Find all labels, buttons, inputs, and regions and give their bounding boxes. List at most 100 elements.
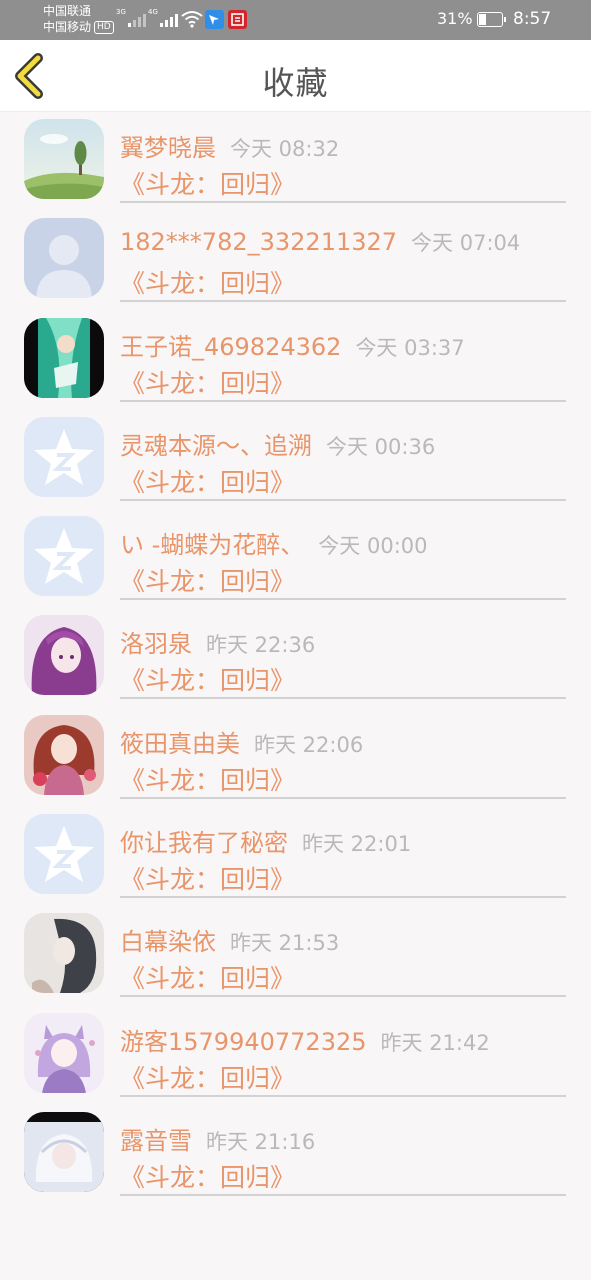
- battery-icon: [477, 12, 506, 27]
- avatar[interactable]: [24, 615, 104, 696]
- signal-3g-icon: 3G: [116, 8, 146, 27]
- list-item[interactable]: 游客1579940772325 昨天 21:42 《斗龙：回归》: [0, 1006, 591, 1105]
- divider: [120, 1094, 566, 1097]
- book-title: 《斗龙：回归》: [120, 467, 296, 497]
- user-name-text: 白幕染依: [120, 928, 216, 957]
- divider: [120, 300, 566, 303]
- favorite-time: 今天 07:04: [411, 231, 521, 256]
- divider: [120, 896, 566, 899]
- carrier-2: 中国移动: [43, 20, 92, 34]
- avatar[interactable]: [24, 119, 104, 199]
- user-name: 游客1579940772325 昨天 21:42: [120, 1022, 490, 1057]
- user-name: 王子诺_469824362 今天 03:37: [120, 327, 465, 362]
- favorites-list: 翼梦晓晨 今天 08:32 《斗龙：回归》 182***782_332211327…: [0, 112, 591, 1204]
- user-name-text: 露音雪: [120, 1126, 192, 1155]
- book-title: 《斗龙：回归》: [120, 1162, 296, 1192]
- app-notification-icon-2: [228, 10, 247, 29]
- list-item[interactable]: 翼梦晓晨 今天 08:32 《斗龙：回归》: [0, 112, 591, 211]
- book-title: 《斗龙：回归》: [120, 368, 296, 398]
- avatar[interactable]: [24, 714, 104, 795]
- divider: [120, 201, 566, 203]
- list-item[interactable]: 你让我有了秘密 昨天 22:01 《斗龙：回归》: [0, 807, 591, 906]
- net-label-2: 4G: [148, 8, 158, 16]
- list-item[interactable]: 白幕染依 昨天 21:53 《斗龙：回归》: [0, 906, 591, 1005]
- user-name-text: い -蝴蝶为花醉、: [120, 531, 305, 560]
- list-item[interactable]: い -蝴蝶为花醉、 今天 00:00 《斗龙：回归》: [0, 509, 591, 608]
- favorite-time: 昨天 21:16: [206, 1129, 316, 1154]
- user-name: 182***782_332211327 今天 07:04: [120, 227, 520, 257]
- user-name-text: 翼梦晓晨: [120, 134, 216, 162]
- avatar[interactable]: [24, 1012, 104, 1093]
- anime-lavender-avatar: [24, 1012, 104, 1093]
- user-name-text: 筱田真由美: [120, 729, 240, 758]
- user-name: 露音雪 昨天 21:16: [120, 1121, 315, 1156]
- user-name-text: 王子诺_469824362: [120, 332, 342, 361]
- book-title: 《斗龙：回归》: [120, 567, 296, 597]
- user-name: 筱田真由美 昨天 22:06: [120, 724, 363, 759]
- avatar[interactable]: [24, 218, 104, 299]
- avatar[interactable]: [24, 317, 104, 398]
- qzone-star-avatar: [24, 516, 104, 597]
- favorite-time: 昨天 21:53: [230, 931, 340, 956]
- favorite-time: 昨天 22:06: [254, 732, 364, 757]
- book-title: 《斗龙：回归》: [120, 666, 296, 696]
- avatar[interactable]: [24, 516, 104, 597]
- page-title: 收藏: [262, 64, 329, 102]
- header-bar: 收藏: [0, 40, 591, 112]
- user-name-text: 灵魂本源～、追溯: [120, 431, 312, 460]
- favorite-time: 今天 00:36: [326, 434, 436, 459]
- book-title: 《斗龙：回归》: [120, 765, 296, 795]
- qzone-star-avatar: [24, 416, 104, 497]
- qzone-star-avatar: [24, 814, 104, 895]
- avatar[interactable]: [24, 913, 104, 994]
- avatar[interactable]: [24, 814, 104, 895]
- user-name-text: 洛羽泉: [120, 630, 192, 659]
- anime-green-avatar: [24, 317, 104, 398]
- favorite-time: 昨天 21:42: [380, 1030, 490, 1055]
- user-name: 翼梦晓晨 今天 08:32: [120, 128, 339, 163]
- book-title: 《斗龙：回归》: [120, 170, 296, 199]
- anime-gray-avatar: [24, 913, 104, 994]
- divider: [120, 498, 566, 501]
- book-title: 《斗龙：回归》: [120, 269, 296, 299]
- status-time: 8:57: [513, 9, 552, 29]
- battery-percent: 31%: [437, 9, 473, 28]
- user-name-text: 你让我有了秘密: [120, 829, 288, 858]
- favorite-time: 昨天 22:01: [302, 832, 412, 857]
- anime-purple-avatar: [24, 615, 104, 696]
- favorite-time: 昨天 22:36: [206, 633, 316, 658]
- hd-badge: HD: [94, 21, 114, 34]
- carrier-info: 中国联通 中国移动 HD: [43, 3, 114, 35]
- list-item[interactable]: 筱田真由美 昨天 22:06 《斗龙：回归》: [0, 708, 591, 807]
- anime-red-avatar: [24, 714, 104, 795]
- user-name-text: 游客1579940772325: [120, 1027, 367, 1056]
- app-notification-icon: [205, 10, 224, 29]
- book-title: 《斗龙：回归》: [120, 865, 296, 895]
- user-name: 洛羽泉 昨天 22:36: [120, 624, 315, 659]
- book-title: 《斗龙：回归》: [120, 964, 296, 994]
- avatar[interactable]: [24, 1111, 104, 1192]
- divider: [120, 697, 566, 700]
- carrier-1: 中国联通: [43, 4, 92, 18]
- book-title: 《斗龙：回归》: [120, 1063, 296, 1093]
- avatar[interactable]: [24, 416, 104, 497]
- user-name: い -蝴蝶为花醉、 今天 00:00: [120, 525, 428, 560]
- divider: [120, 796, 566, 799]
- divider: [120, 399, 566, 402]
- default-person-avatar: [24, 218, 104, 299]
- favorite-time: 今天 00:00: [318, 534, 428, 559]
- list-item[interactable]: 露音雪 昨天 21:16 《斗龙：回归》: [0, 1105, 591, 1204]
- signal-4g-icon: 4G: [148, 8, 178, 27]
- wifi-icon: [181, 11, 203, 28]
- user-name-text: 182***782_332211327: [120, 228, 398, 257]
- user-name: 你让我有了秘密 昨天 22:01: [120, 823, 411, 858]
- landscape-avatar: [24, 119, 104, 199]
- list-item[interactable]: 182***782_332211327 今天 07:04 《斗龙：回归》: [0, 211, 591, 310]
- anime-white-avatar: [24, 1111, 104, 1192]
- net-label-1: 3G: [116, 8, 126, 16]
- list-item[interactable]: 洛羽泉 昨天 22:36 《斗龙：回归》: [0, 608, 591, 707]
- list-item[interactable]: 王子诺_469824362 今天 03:37 《斗龙：回归》: [0, 311, 591, 410]
- favorite-time: 今天 08:32: [230, 137, 340, 161]
- favorite-time: 今天 03:37: [355, 335, 465, 360]
- list-item[interactable]: 灵魂本源～、追溯 今天 00:36 《斗龙：回归》: [0, 410, 591, 509]
